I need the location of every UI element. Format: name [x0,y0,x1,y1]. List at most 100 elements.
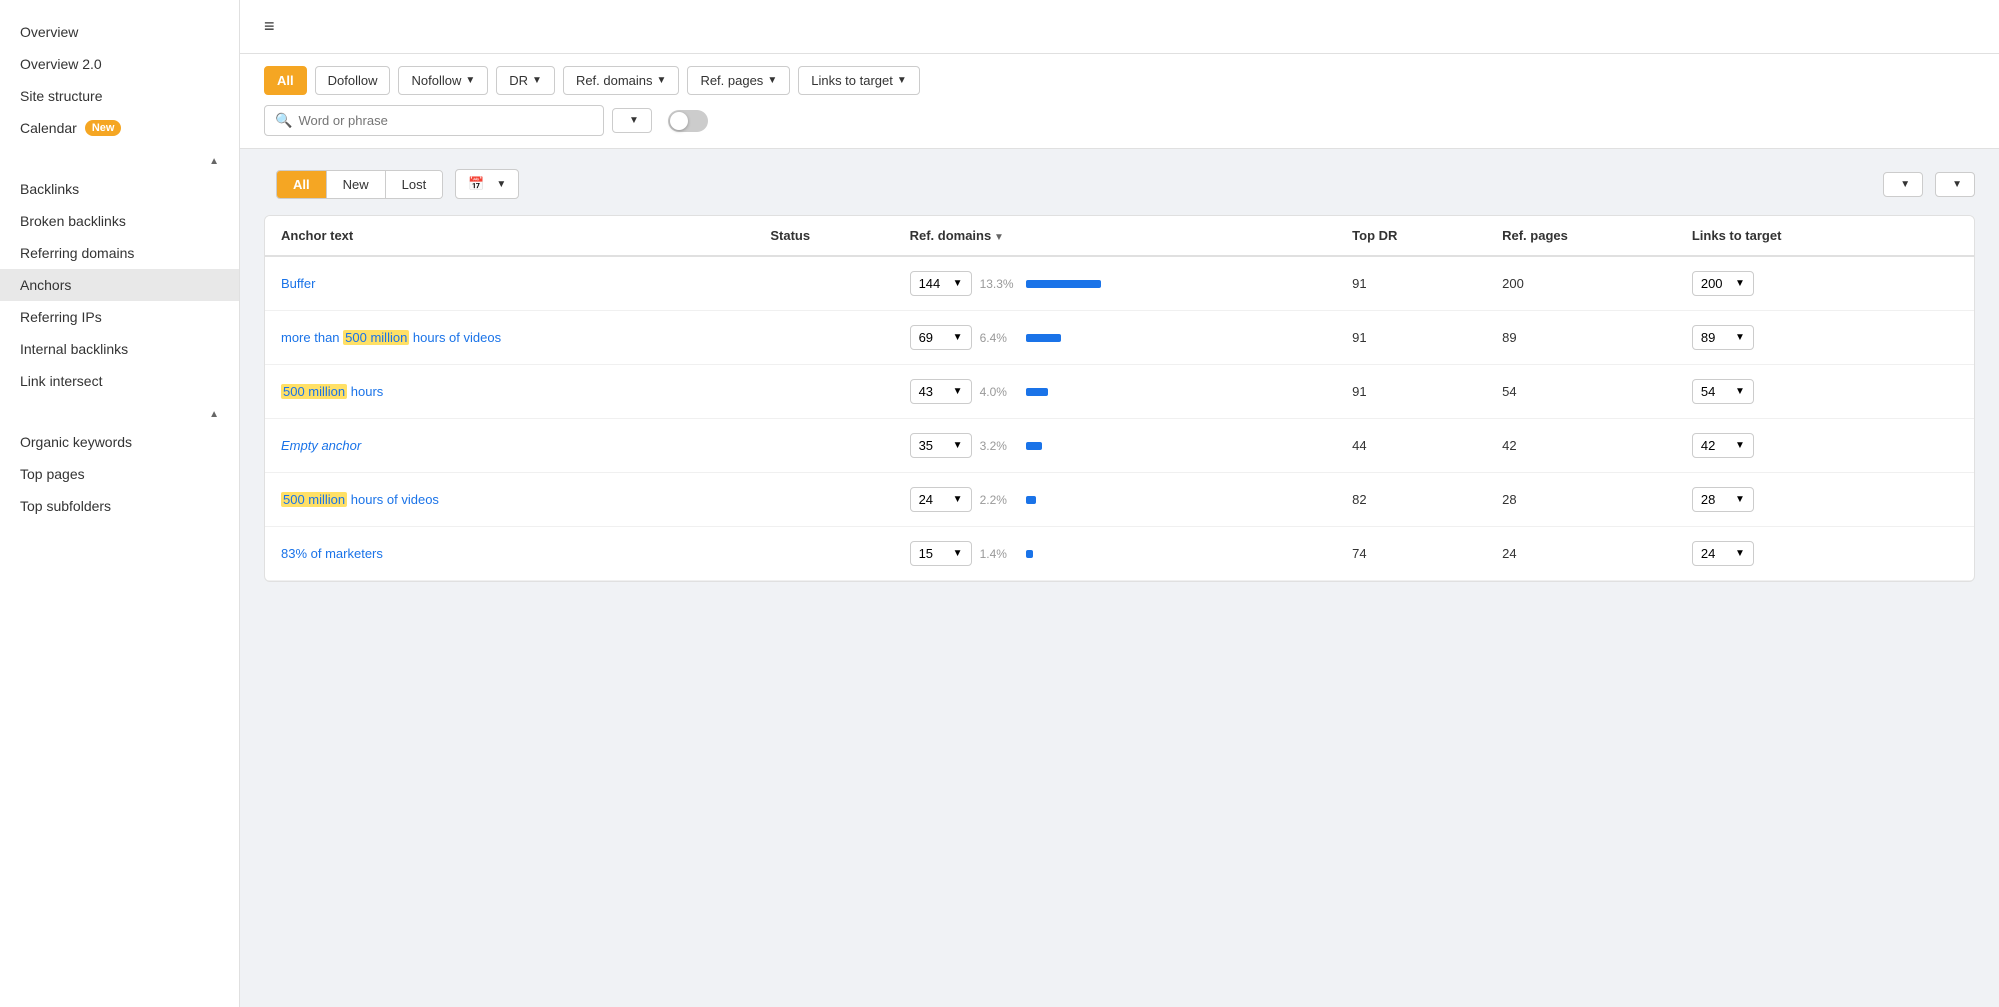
percentage-value: 6.4% [980,331,1018,345]
links-to-target-cell: 54▼ [1676,365,1912,419]
filter-btn-links-to-target[interactable]: Links to target▼ [798,66,920,95]
sidebar-item-overview[interactable]: Overview [0,16,239,48]
history-btn[interactable]: 📅 ▼ [455,169,519,199]
ref-domains-cell: 69▼ 6.4% [894,311,1337,365]
sidebar-item-top-pages[interactable]: Top pages [0,458,239,490]
search-box[interactable]: 🔍 [264,105,604,136]
anchor-text-cell: Empty anchor [265,419,754,473]
filter-btn-nofollow[interactable]: Nofollow▼ [398,66,488,95]
links-to-target-dropdown[interactable]: 200 ▼ [1692,271,1754,296]
sidebar-backlink-items: BacklinksBroken backlinksReferring domai… [0,173,239,397]
hamburger-icon[interactable]: ≡ [264,16,275,37]
sidebar-item-organic-keywords[interactable]: Organic keywords [0,426,239,458]
ref-domains-dropdown[interactable]: 43▼ [910,379,972,404]
ref-domains-dropdown[interactable]: 69▼ [910,325,972,350]
sidebar-item-referring-ips[interactable]: Referring IPs [0,301,239,333]
percentage-value: 3.2% [980,439,1018,453]
new-links-btn[interactable]: ▼ [1883,172,1923,197]
sidebar-section-header-backlink[interactable]: ▲ [0,144,239,173]
ref-domains-dropdown[interactable]: 24▼ [910,487,972,512]
links-to-target-dropdown[interactable]: 28▼ [1692,487,1754,512]
ref-domains-dropdown[interactable]: 35▼ [910,433,972,458]
sidebar-item-overview-2.0[interactable]: Overview 2.0 [0,48,239,80]
lost-links-arrow: ▼ [1952,179,1962,190]
exclude-subdomains-toggle[interactable] [668,110,708,132]
bar-container [1026,280,1106,288]
links-to-target-dropdown[interactable]: 42 ▼ [1692,433,1754,458]
new-badge: New [85,120,122,136]
links-dropdown-arrow: ▼ [1735,440,1745,451]
sidebar-organic-items: Organic keywordsTop pagesTop subfolders [0,426,239,522]
top-dr-cell: 74 [1336,527,1486,581]
bar-container [1026,550,1106,558]
filter-row-2: 🔍 ▼ [264,105,1975,136]
filter-btn-dr[interactable]: DR▼ [496,66,555,95]
lost-links-btn[interactable]: ▼ [1935,172,1975,197]
anchor-dropdown-btn[interactable]: ▼ [612,108,652,133]
bar-container [1026,496,1106,504]
anchor-link[interactable]: 500 million hours of videos [281,492,439,507]
links-to-target-dropdown[interactable]: 54▼ [1692,379,1754,404]
percentage-value: 2.2% [980,493,1018,507]
sidebar-item-backlinks[interactable]: Backlinks [0,173,239,205]
anchor-text-cell: 500 million hours of videos [265,473,754,527]
sidebar-item-broken-backlinks[interactable]: Broken backlinks [0,205,239,237]
filter-btn-label: Ref. domains [576,73,653,88]
search-input[interactable] [298,113,593,128]
anchor-link[interactable]: 83% of marketers [281,546,383,561]
th-anchor-text: Anchor text [265,216,754,256]
ref-domains-value: 69 [919,330,933,345]
bar-fill [1026,550,1033,558]
results-tab-group: AllNewLost [276,170,443,199]
pill-dropdown-arrow: ▼ [953,386,963,397]
results-bar: AllNewLost 📅 ▼ ▼ ▼ [264,169,1975,199]
th-links-to-target: Links to target [1676,216,1912,256]
extra-cell [1912,527,1974,581]
sidebar-item-calendar[interactable]: CalendarNew [0,112,239,144]
chevron-up-icon-organic: ▲ [209,409,219,420]
anchor-link[interactable]: 500 million hours [281,384,383,399]
sidebar-item-anchors[interactable]: Anchors [0,269,239,301]
ref-domains-cell: 35▼ 3.2% [894,419,1337,473]
sidebar-item-top-subfolders[interactable]: Top subfolders [0,490,239,522]
filter-btn-all[interactable]: All [264,66,307,95]
ref-pages-cell: 200 [1486,256,1676,311]
sidebar-section-header-organic[interactable]: ▲ [0,397,239,426]
anchor-text-cell: 83% of marketers [265,527,754,581]
filter-btn-ref.-pages[interactable]: Ref. pages▼ [687,66,790,95]
ref-domains-dropdown[interactable]: 15▼ [910,541,972,566]
links-to-target-value: 42 [1701,438,1715,453]
sidebar-item-referring-domains[interactable]: Referring domains [0,237,239,269]
ref-pages-cell: 89 [1486,311,1676,365]
sidebar-item-link-intersect[interactable]: Link intersect [0,365,239,397]
anchor-link[interactable]: more than 500 million hours of videos [281,330,501,345]
filter-btn-ref.-domains[interactable]: Ref. domains▼ [563,66,680,95]
ref-domains-value: 144 [919,276,941,291]
table-row: 500 million hours43▼4.0%915454▼ [265,365,1974,419]
results-tab-lost[interactable]: Lost [385,171,443,198]
extra-cell [1912,419,1974,473]
anchor-link[interactable]: Empty anchor [281,438,361,453]
filter-btn-dofollow[interactable]: Dofollow [315,66,391,95]
anchor-link[interactable]: Buffer [281,276,315,291]
status-cell [754,365,893,419]
pill-dropdown-arrow: ▼ [953,548,963,559]
sidebar-item-site-structure[interactable]: Site structure [0,80,239,112]
dropdown-arrow-icon: ▼ [897,75,907,86]
ref-domains-dropdown[interactable]: 144▼ [910,271,972,296]
links-dropdown-arrow: ▼ [1735,494,1745,505]
sort-arrow-icon: ▼ [991,232,1004,243]
th-ref.-domains[interactable]: Ref. domains ▼ [894,216,1337,256]
dropdown-arrow-icon: ▼ [532,75,542,86]
sidebar-section-organic: ▲ Organic keywordsTop pagesTop subfolder… [0,397,239,522]
results-tab-new[interactable]: New [326,171,385,198]
sidebar-item-internal-backlinks[interactable]: Internal backlinks [0,333,239,365]
percentage-value: 4.0% [980,385,1018,399]
links-dropdown-arrow: ▼ [1735,278,1745,289]
links-to-target-dropdown[interactable]: 89▼ [1692,325,1754,350]
anchor-text-cell: more than 500 million hours of videos [265,311,754,365]
links-to-target-dropdown[interactable]: 24▼ [1692,541,1754,566]
links-to-target-value: 200 [1701,276,1723,291]
results-tab-all[interactable]: All [277,171,326,198]
th-top-dr: Top DR [1336,216,1486,256]
